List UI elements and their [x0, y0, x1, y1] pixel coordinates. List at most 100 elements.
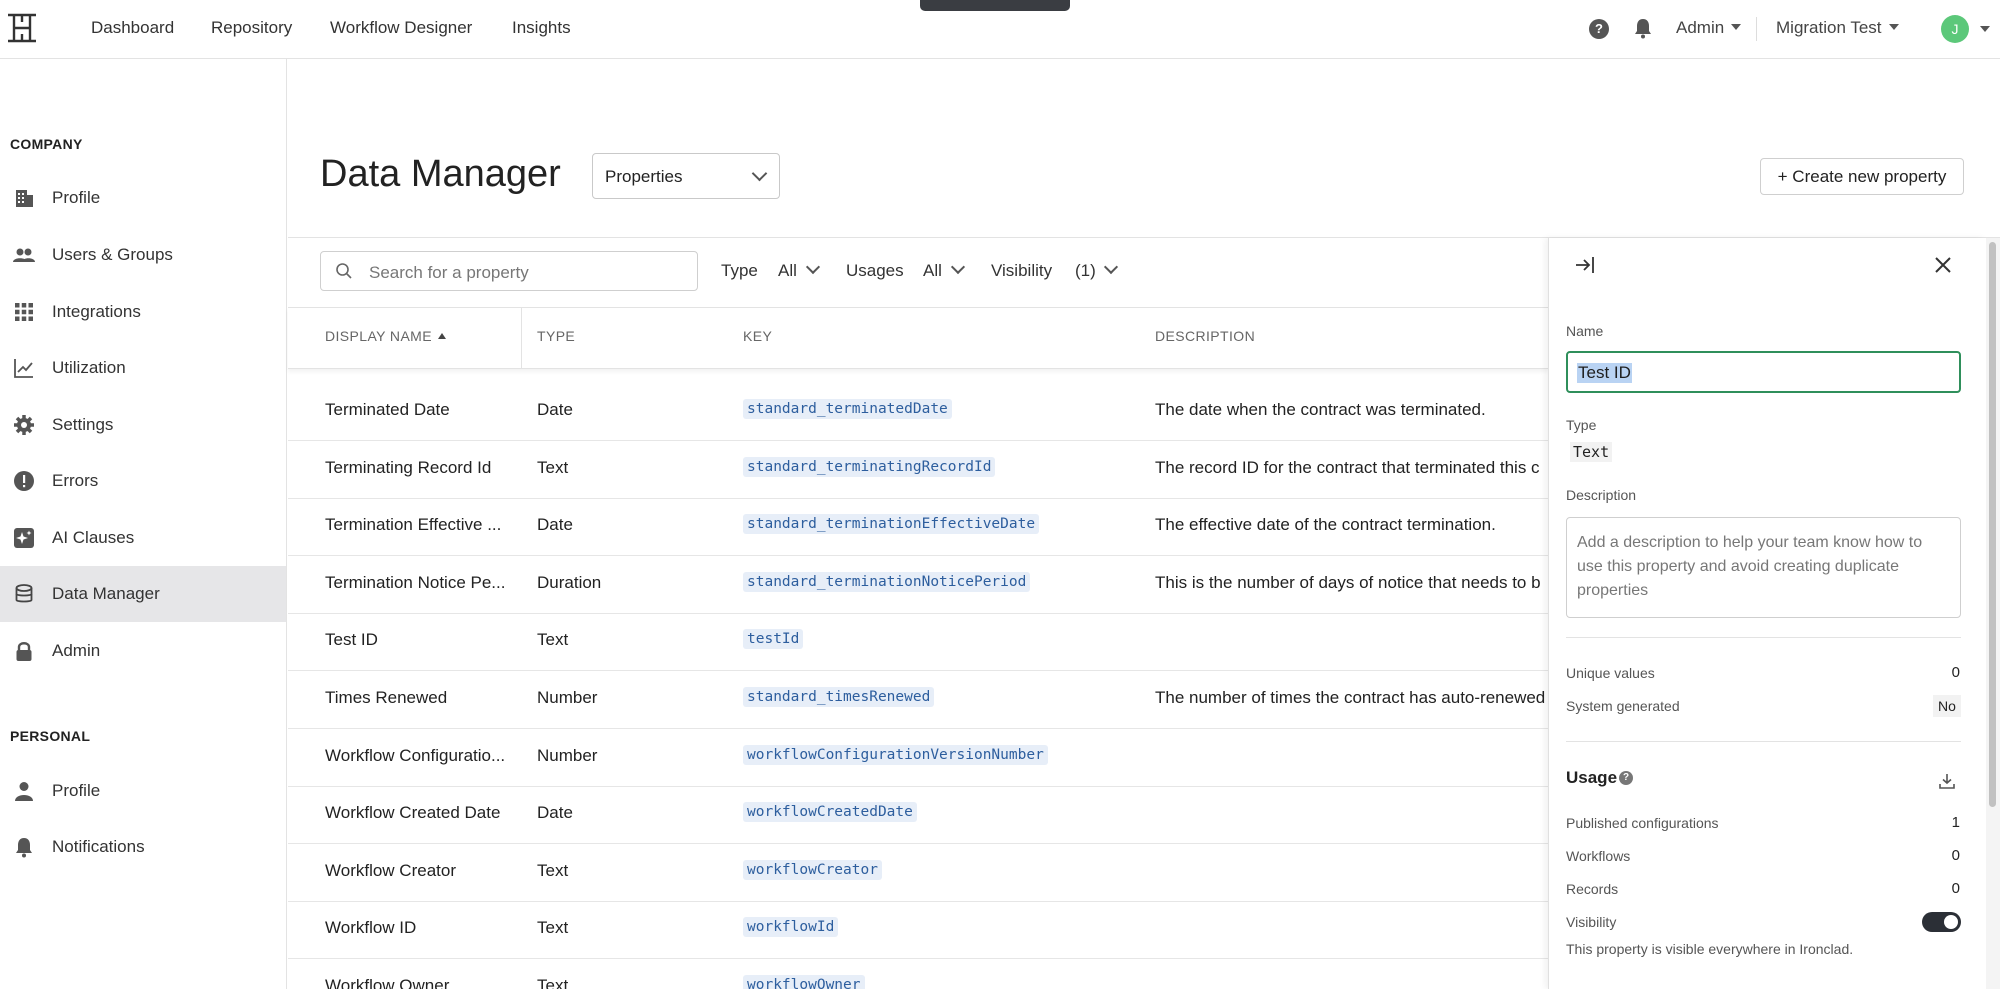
sidebar-item-label: Profile — [52, 188, 101, 207]
cell-description: The effective date of the contract termi… — [1155, 515, 1496, 534]
view-select-dropdown[interactable]: Properties — [592, 153, 780, 199]
search-placeholder: Search for a property — [369, 263, 529, 282]
nav-insights[interactable]: Insights — [512, 18, 571, 38]
cell-key: standard_terminationNoticePeriod — [743, 572, 1031, 592]
sidebar-item-errors[interactable]: Errors — [0, 453, 286, 509]
toggle-knob — [1944, 915, 1958, 929]
sidebar-item-settings[interactable]: Settings — [0, 397, 286, 453]
published-configurations-value: 1 — [1951, 814, 1960, 831]
name-field-value: Test ID — [1577, 363, 1632, 383]
column-header-type[interactable]: TYPE — [537, 328, 575, 344]
visibility-filter-dropdown[interactable]: (1) — [1075, 261, 1096, 281]
usage-help-icon[interactable]: ? — [1619, 771, 1633, 785]
column-header-key[interactable]: KEY — [743, 328, 772, 344]
name-field[interactable]: Test ID — [1566, 351, 1961, 393]
cell-type: Text — [537, 630, 569, 649]
sidebar-item-data-manager[interactable]: Data Manager — [0, 566, 286, 622]
cell-description: This is the number of days of notice tha… — [1155, 573, 1541, 592]
nav-dashboard[interactable]: Dashboard — [91, 18, 174, 38]
cell-key: workflowOwner — [743, 975, 865, 989]
sidebar-item-label: Errors — [52, 471, 99, 490]
sidebar-item-label: Data Manager — [52, 584, 160, 603]
sidebar-item-label: Users & Groups — [52, 245, 173, 264]
cell-key: standard_terminatedDate — [743, 399, 952, 419]
cell-description: The date when the contract was terminate… — [1155, 400, 1486, 419]
table-row[interactable]: Workflow ID Text workflowId — [288, 901, 1548, 959]
name-label: Name — [1566, 323, 1604, 339]
cell-description: The record ID for the contract that term… — [1155, 458, 1540, 477]
notifications-bell-icon[interactable] — [1633, 17, 1653, 39]
visibility-toggle[interactable] — [1922, 912, 1961, 932]
records-label: Records — [1566, 881, 1619, 897]
search-input[interactable]: Search for a property — [320, 251, 698, 291]
column-header-display-name[interactable]: DISPLAY NAME — [325, 328, 446, 344]
table-row[interactable]: Termination Notice Pe... Duration standard… — [288, 556, 1548, 614]
cell-type: Date — [537, 803, 573, 822]
usages-filter-dropdown[interactable]: All — [923, 261, 942, 281]
sidebar-item-integrations[interactable]: Integrations — [0, 284, 286, 340]
table-row[interactable]: Workflow Owner Text workflowOwner — [288, 959, 1548, 989]
bell-icon — [16, 838, 32, 858]
unique-values-label: Unique values — [1566, 665, 1655, 681]
download-icon[interactable] — [1938, 772, 1956, 790]
help-icon[interactable]: ? — [1589, 19, 1609, 39]
nav-workflow-designer[interactable]: Workflow Designer — [330, 18, 472, 38]
sidebar-item-admin[interactable]: Admin — [0, 623, 286, 679]
description-label: Description — [1566, 487, 1637, 503]
nav-repository[interactable]: Repository — [211, 18, 292, 38]
cell-key: testId — [743, 629, 804, 649]
close-icon[interactable] — [1934, 256, 1952, 274]
user-avatar[interactable]: J — [1941, 15, 1969, 43]
create-new-property-button[interactable]: + Create new property — [1760, 158, 1964, 195]
records-value: 0 — [1951, 880, 1960, 897]
table-header — [288, 307, 1548, 369]
ironclad-logo[interactable] — [6, 12, 38, 44]
avatar-caret-icon[interactable] — [1980, 26, 1990, 32]
view-select-value: Properties — [605, 167, 683, 186]
table-row[interactable]: Workflow Configuratio... Number workflowCo… — [288, 729, 1548, 787]
chevron-down-icon[interactable] — [950, 259, 966, 275]
system-generated-value: No — [1933, 695, 1961, 717]
table-row[interactable]: Times Renewed Number standard_timesRenewed… — [288, 671, 1548, 729]
table-row[interactable]: Terminating Record Id Text standard_termin… — [288, 441, 1548, 499]
table-row[interactable]: Workflow Creator Text workflowCreator — [288, 844, 1548, 902]
sidebar-item-personal-profile[interactable]: Profile — [0, 763, 286, 819]
chevron-down-icon[interactable] — [1103, 259, 1119, 275]
type-label: Type — [1566, 417, 1597, 433]
cell-display-name: Workflow Configuratio... — [325, 746, 506, 765]
sidebar-section-company: COMPANY — [10, 136, 83, 152]
cell-display-name: Test ID — [325, 630, 378, 649]
sidebar-item-company-profile[interactable]: Profile — [0, 170, 286, 226]
column-resize-handle[interactable] — [521, 308, 522, 368]
cell-key: workflowId — [743, 917, 839, 937]
scrollbar-thumb[interactable] — [1989, 242, 1996, 807]
description-field[interactable]: Add a description to help your team know… — [1566, 517, 1961, 618]
sidebar-item-notifications[interactable]: Notifications — [0, 819, 286, 875]
table-row[interactable]: Termination Effective ... Date standard_te… — [288, 498, 1548, 556]
workspace-dropdown[interactable]: Migration Test — [1776, 18, 1899, 38]
chevron-down-icon[interactable] — [805, 259, 821, 275]
type-filter-label: Type — [721, 261, 758, 280]
sidebar-item-utilization[interactable]: Utilization — [0, 340, 286, 396]
cell-type: Date — [537, 400, 573, 419]
cell-type: Date — [537, 515, 573, 534]
workflows-value: 0 — [1951, 847, 1960, 864]
grid-icon — [15, 303, 33, 321]
dev-tab-indicator[interactable] — [920, 0, 1070, 11]
column-header-description[interactable]: DESCRIPTION — [1155, 328, 1255, 344]
table-row[interactable]: Workflow Created Date Date workflowCreated… — [288, 786, 1548, 844]
unique-values-value: 0 — [1951, 664, 1960, 681]
admin-dropdown[interactable]: Admin — [1676, 18, 1742, 38]
sort-ascending-icon — [437, 333, 446, 339]
type-filter-dropdown[interactable]: All — [778, 261, 797, 281]
table-row[interactable]: Test ID Text testId — [288, 613, 1548, 671]
panel-divider — [1566, 637, 1961, 638]
table-row[interactable]: Terminated Date Date standard_terminatedDa… — [288, 383, 1548, 441]
sidebar-item-ai-clauses[interactable]: AI Clauses — [0, 510, 286, 566]
settings-sidebar: COMPANY Profile Users & Groups Integrati… — [0, 59, 287, 989]
chevron-down-icon — [751, 165, 768, 182]
sidebar-item-users-groups[interactable]: Users & Groups — [0, 227, 286, 283]
panel-scrollbar[interactable] — [1986, 238, 2000, 989]
collapse-panel-icon[interactable] — [1574, 255, 1596, 275]
cell-display-name: Termination Effective ... — [325, 515, 502, 534]
